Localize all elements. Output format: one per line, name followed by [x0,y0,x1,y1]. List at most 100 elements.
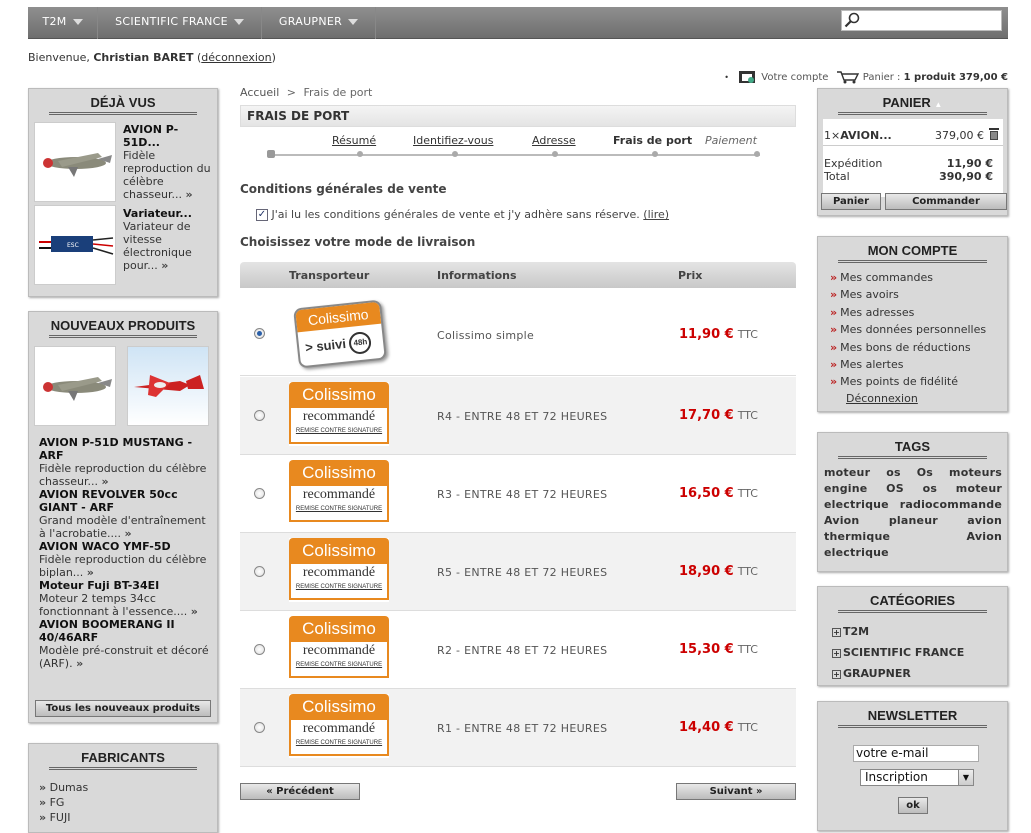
product-item[interactable]: Variateur... Variateur de vitesse électr… [123,207,213,272]
product-name[interactable]: AVION P-51D... [123,123,213,149]
nav-item-t2m[interactable]: T2M [28,7,98,39]
nav-item-graupner[interactable]: GRAUPNER [262,7,376,39]
account-logout-link[interactable]: Déconnexion [846,392,918,405]
collapse-icon[interactable]: ▲ [934,100,942,109]
product-name[interactable]: AVION BOOMERANG II 40/46ARF [39,618,213,644]
more-icon[interactable]: » [191,605,198,618]
chevron-down-icon[interactable]: ▼ [958,770,973,785]
trash-icon[interactable] [988,127,1000,141]
list-item[interactable]: » FG [39,795,88,810]
tag-line[interactable]: electrique [824,545,1002,561]
category-label[interactable]: GRAUPNER [843,667,911,680]
more-icon[interactable]: » [124,527,131,540]
cart-icon[interactable] [836,70,860,84]
list-item[interactable]: AVION P-51D MUSTANG - ARF Fidèle reproduc… [39,436,213,488]
category-item-t2m[interactable]: + T2M [832,621,964,642]
product-name[interactable]: AVION P-51D MUSTANG - ARF [39,436,213,462]
more-icon[interactable]: » [76,657,83,670]
newsletter-select[interactable]: Inscription ▼ [860,769,974,786]
more-icon[interactable]: » [161,259,168,272]
cart-line[interactable]: 1×AVION... [824,129,892,142]
list-item[interactable]: » FUJI [39,810,88,825]
manufacturer-name[interactable]: Dumas [50,781,89,794]
carrier-radio[interactable] [254,328,265,339]
step-resume[interactable]: Résumé [332,134,376,147]
nav-item-scientific-france[interactable]: SCIENTIFIC FRANCE [98,7,262,39]
account-link[interactable]: Votre compte [761,72,828,83]
expand-icon[interactable]: + [832,648,841,658]
category-label[interactable]: T2M [843,625,869,638]
account-item-personal-data[interactable]: » Mes données personnelles [830,321,986,338]
search-icon[interactable] [844,12,860,28]
tag-line[interactable]: thermique Avion [824,529,1002,545]
product-thumb[interactable] [34,346,116,426]
carrier-row[interactable]: Colissimo > suivi 48h Colissimo simple 1… [240,293,796,376]
account-item-vouchers[interactable]: » Mes bons de réductions [830,339,986,356]
carrier-row[interactable]: Colissimo recommandé REMISE CONTRE SIGNATU… [240,611,796,689]
product-name[interactable]: Moteur Fuji BT-34EI [39,579,213,592]
carrier-radio[interactable] [254,566,265,577]
list-item[interactable]: AVION WACO YMF-5D Fidèle reproduction du … [39,540,213,579]
category-item-graupner[interactable]: + GRAUPNER [832,663,964,684]
breadcrumb-home[interactable]: Accueil [240,86,279,99]
list-item[interactable]: AVION REVOLVER 50cc GIANT - ARF Grand mod… [39,488,213,540]
all-new-products-button[interactable]: Tous les nouveaux produits [35,700,211,717]
step-address[interactable]: Adresse [532,134,576,147]
category-label[interactable]: SCIENTIFIC FRANCE [843,646,964,659]
expand-icon[interactable]: + [832,627,841,637]
carrier-row[interactable]: Colissimo recommandé REMISE CONTRE SIGNATU… [240,689,796,767]
account-item-label[interactable]: Mes alertes [840,358,903,371]
more-icon[interactable]: » [185,188,192,201]
account-item-label[interactable]: Mes avoirs [840,288,899,301]
account-item-credits[interactable]: » Mes avoirs [830,286,986,303]
list-item[interactable]: AVION BOOMERANG II 40/46ARF Modèle pré-co… [39,618,213,670]
account-item-loyalty[interactable]: » Mes points de fidélité [830,373,986,390]
cgv-read-link[interactable]: (lire) [643,208,669,221]
product-name[interactable]: AVION WACO YMF-5D [39,540,213,553]
account-item-label[interactable]: Mes données personnelles [840,323,986,336]
account-item-alerts[interactable]: » Mes alertes [830,356,986,373]
previous-button[interactable]: « Précédent [240,783,360,800]
category-item-scientific-france[interactable]: + SCIENTIFIC FRANCE [832,642,964,663]
carrier-radio[interactable] [254,488,265,499]
account-icon[interactable] [738,69,758,85]
account-item-label[interactable]: Mes bons de réductions [840,341,971,354]
manufacturer-name[interactable]: FUJI [50,811,71,824]
more-icon[interactable]: » [87,566,94,579]
account-item-label[interactable]: Mes points de fidélité [840,375,958,388]
carrier-radio[interactable] [254,644,265,655]
carrier-radio[interactable] [254,410,265,421]
tag-line[interactable]: electrique radiocommande [824,497,1002,513]
account-item-orders[interactable]: » Mes commandes [830,269,986,286]
product-thumb[interactable]: ESC [34,205,116,285]
carrier-radio[interactable] [254,722,265,733]
account-item-label[interactable]: Mes adresses [840,306,914,319]
product-name[interactable]: Variateur... [123,207,213,220]
product-thumb[interactable] [34,122,116,202]
cart-item-name[interactable]: AVION... [840,129,891,142]
product-name[interactable]: AVION REVOLVER 50cc GIANT - ARF [39,488,213,514]
tag-line[interactable]: Avion planeur avion [824,513,1002,529]
expand-icon[interactable]: + [832,669,841,679]
checkout-button[interactable]: Commander [885,193,1007,210]
logout-link[interactable]: déconnexion [201,51,271,64]
product-item[interactable]: AVION P-51D... Fidèle reproduction du cé… [123,123,213,201]
cgv-checkbox[interactable]: ✓ [256,209,268,221]
next-button[interactable]: Suivant » [676,783,796,800]
newsletter-email-field[interactable]: votre e-mail [853,745,979,762]
cart-button[interactable]: Panier [821,193,881,210]
search-input[interactable] [841,10,1002,31]
step-identify[interactable]: Identifiez-vous [413,134,493,147]
manufacturer-name[interactable]: FG [50,796,65,809]
tag-line[interactable]: moteur os Os moteurs [824,465,1002,481]
product-thumb[interactable] [127,346,209,426]
carrier-row[interactable]: Colissimo recommandé REMISE CONTRE SIGNATU… [240,377,796,455]
list-item[interactable]: Moteur Fuji BT-34EI Moteur 2 temps 34cc f… [39,579,213,618]
account-item-label[interactable]: Mes commandes [840,271,933,284]
carrier-row[interactable]: Colissimo recommandé REMISE CONTRE SIGNATU… [240,455,796,533]
tag-line[interactable]: engine OS os moteur [824,481,1002,497]
more-icon[interactable]: » [101,475,108,488]
newsletter-ok-button[interactable]: ok [898,797,928,814]
list-item[interactable]: » Dumas [39,780,88,795]
cart-summary[interactable]: 1 produit 379,00 € [904,72,1008,83]
